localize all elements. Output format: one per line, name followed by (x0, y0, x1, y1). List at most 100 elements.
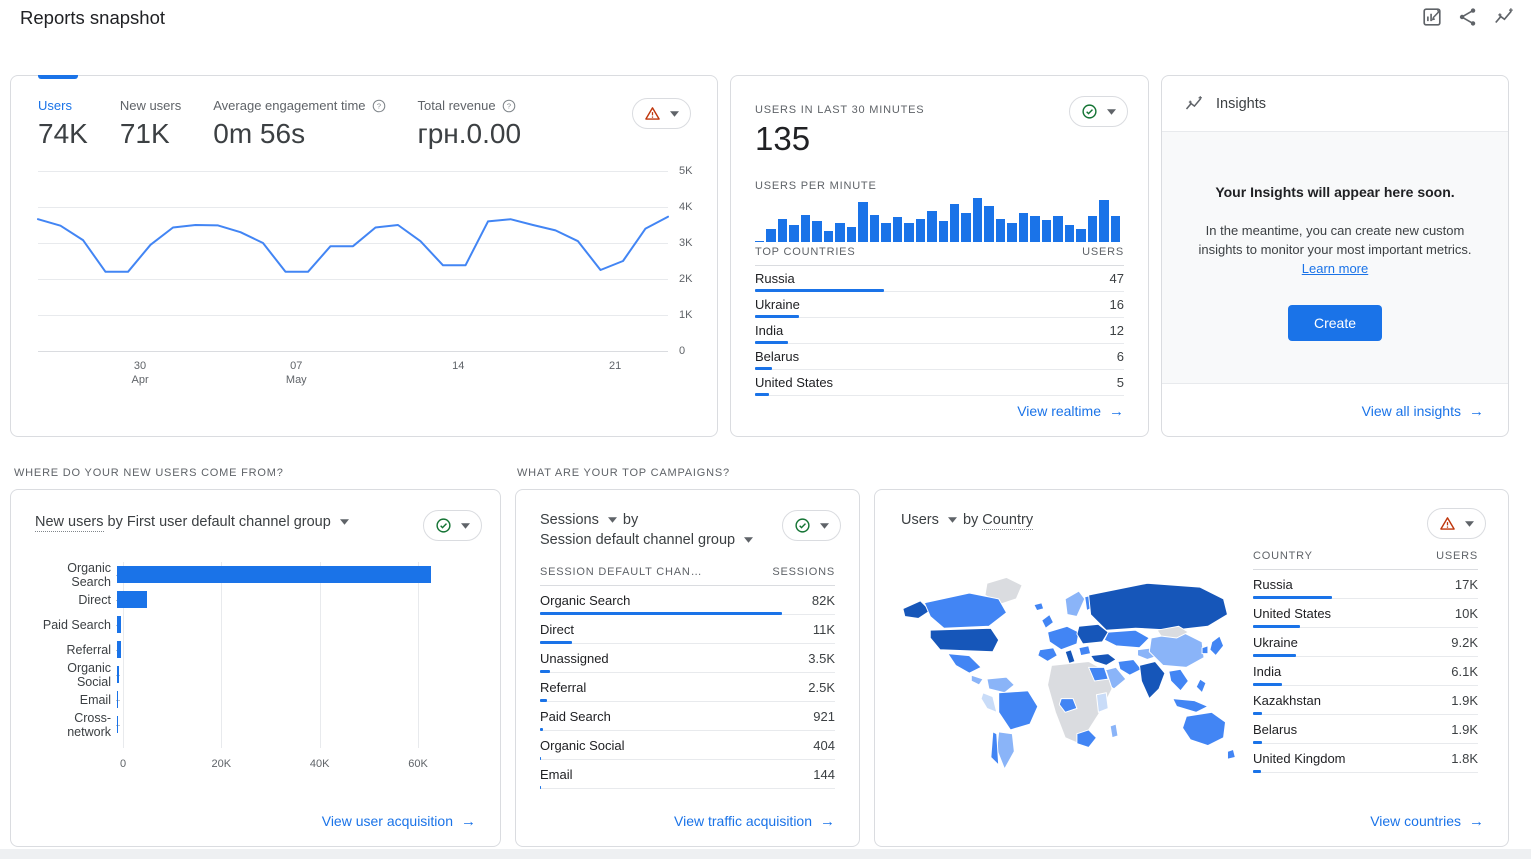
trend-y-axis: 5K4K3K2K1K0 (679, 171, 713, 351)
category-label: Organic Social (35, 661, 117, 689)
users-per-minute-label: USERS PER MINUTE (755, 180, 877, 192)
metric-selector[interactable]: New users (35, 514, 104, 532)
chevron-down-icon (1107, 109, 1116, 115)
metric-selector[interactable]: Sessions (540, 512, 599, 528)
table-row[interactable]: Organic Social 404 (540, 731, 835, 760)
view-all-insights-link[interactable]: View all insights→ (1362, 403, 1484, 420)
users-value: 1.9K (1451, 722, 1478, 737)
metric-selector[interactable]: Users (901, 512, 939, 528)
table-row[interactable]: Referral 2.5K (540, 673, 835, 702)
tab-total-revenue[interactable]: Total revenue ? грн.0.00 (418, 98, 522, 150)
bar-row[interactable]: Referral (35, 637, 482, 662)
bar (117, 641, 121, 658)
share-bar (1253, 770, 1261, 773)
view-realtime-link[interactable]: View realtime→ (1017, 403, 1124, 420)
world-map[interactable] (897, 556, 1249, 808)
create-insight-button[interactable]: Create (1288, 305, 1382, 341)
table-row[interactable]: India 12 (755, 318, 1124, 344)
new-users-bar-chart[interactable]: Organic SearchDirect Paid Search Referral O… (35, 562, 482, 774)
svg-text:?: ? (376, 101, 380, 110)
table-row[interactable]: Direct 11K (540, 615, 835, 644)
table-row[interactable]: Paid Search 921 (540, 702, 835, 731)
users-trend-chart[interactable] (38, 171, 668, 351)
data-quality-ok-badge[interactable] (1069, 96, 1128, 127)
tab-new-users[interactable]: New users 71K (120, 98, 181, 150)
learn-more-link[interactable]: Learn more (1302, 261, 1368, 276)
table-row[interactable]: Russia 47 (755, 266, 1124, 292)
category-label: Cross-network (35, 711, 117, 739)
view-traffic-acquisition-link[interactable]: View traffic acquisition→ (674, 813, 835, 830)
table-row[interactable]: Email 144 (540, 760, 835, 789)
country-name: Kazakhstan (1253, 693, 1321, 708)
header-toolbar (1421, 6, 1515, 28)
users-value: 1.8K (1451, 751, 1478, 766)
data-quality-ok-badge[interactable] (782, 510, 841, 541)
customize-report-icon[interactable] (1421, 6, 1443, 28)
chevron-down-icon[interactable] (744, 537, 753, 543)
table-row[interactable]: Ukraine 9.2K (1253, 628, 1478, 657)
users-value: 12 (1110, 323, 1124, 338)
view-countries-link[interactable]: View countries→ (1370, 813, 1484, 830)
tab-avg-engagement-time[interactable]: Average engagement time ? 0m 56s (213, 98, 385, 150)
bar-row[interactable]: Organic Social (35, 662, 482, 687)
data-quality-warning-badge[interactable] (1427, 508, 1486, 539)
table-row[interactable]: Russia 17K (1253, 570, 1478, 599)
page-header: Reports snapshot (20, 7, 165, 29)
users-per-minute-chart[interactable] (755, 198, 1120, 242)
bar (117, 566, 431, 583)
sessions-value: 2.5K (808, 680, 835, 695)
card-title: Sessions by Session default channel grou… (540, 510, 755, 551)
channel-name: Paid Search (540, 709, 611, 724)
active-tab-indicator (38, 75, 78, 79)
help-icon[interactable]: ? (372, 99, 386, 113)
table-row[interactable]: Ukraine 16 (755, 292, 1124, 318)
category-label: Referral (35, 643, 117, 657)
table-row[interactable]: India 6.1K (1253, 657, 1478, 686)
bar-row[interactable]: Email (35, 687, 482, 712)
chevron-down-icon[interactable] (948, 517, 957, 523)
dimension-selector[interactable]: Country (982, 512, 1033, 530)
bar (117, 666, 119, 683)
table-row[interactable]: United Kingdom 1.8K (1253, 744, 1478, 773)
table-row[interactable]: Unassigned 3.5K (540, 644, 835, 673)
table-row[interactable]: Kazakhstan 1.9K (1253, 686, 1478, 715)
dimension-selector[interactable]: Session default channel group (540, 532, 735, 548)
tab-users[interactable]: Users 74K (38, 98, 88, 150)
channel-name: Email (540, 767, 573, 782)
warning-triangle-icon (644, 105, 661, 122)
table-row[interactable]: United States 10K (1253, 599, 1478, 628)
warning-triangle-icon (1439, 515, 1456, 532)
bar-row[interactable]: Direct (35, 587, 482, 612)
sessions-value: 82K (812, 593, 835, 608)
channel-name: Unassigned (540, 651, 609, 666)
table-row[interactable]: Belarus 1.9K (1253, 715, 1478, 744)
users-value: 47 (1110, 271, 1124, 286)
sessions-value: 921 (813, 709, 835, 724)
country-name: Belarus (1253, 722, 1297, 737)
metric-value: 74K (38, 118, 88, 150)
metric-value: грн.0.00 (418, 118, 522, 150)
chevron-down-icon[interactable] (340, 519, 349, 525)
table-header: SESSION DEFAULT CHAN… SESSIONS (540, 566, 835, 586)
metric-label: New users (120, 98, 181, 113)
chevron-down-icon[interactable] (608, 517, 617, 523)
insights-icon[interactable] (1493, 6, 1515, 28)
view-user-acquisition-link[interactable]: View user acquisition→ (322, 813, 476, 830)
share-icon[interactable] (1457, 6, 1479, 28)
insights-text: In the meantime, you can create new cust… (1190, 222, 1480, 279)
users-value: 9.2K (1451, 635, 1478, 650)
bar-row[interactable]: Cross-network (35, 712, 482, 737)
table-row[interactable]: Organic Search 82K (540, 586, 835, 615)
metric-label: Total revenue ? (418, 98, 522, 113)
sessions-value: 3.5K (808, 651, 835, 666)
help-icon[interactable]: ? (502, 99, 516, 113)
category-label: Paid Search (35, 618, 117, 632)
chevron-down-icon (670, 111, 679, 117)
data-quality-ok-badge[interactable] (423, 510, 482, 541)
bar-row[interactable]: Organic Search (35, 562, 482, 587)
table-row[interactable]: United States 5 (755, 370, 1124, 396)
bar-row[interactable]: Paid Search (35, 612, 482, 637)
channel-name: Direct (540, 622, 574, 637)
data-quality-warning-badge[interactable] (632, 98, 691, 129)
table-row[interactable]: Belarus 6 (755, 344, 1124, 370)
